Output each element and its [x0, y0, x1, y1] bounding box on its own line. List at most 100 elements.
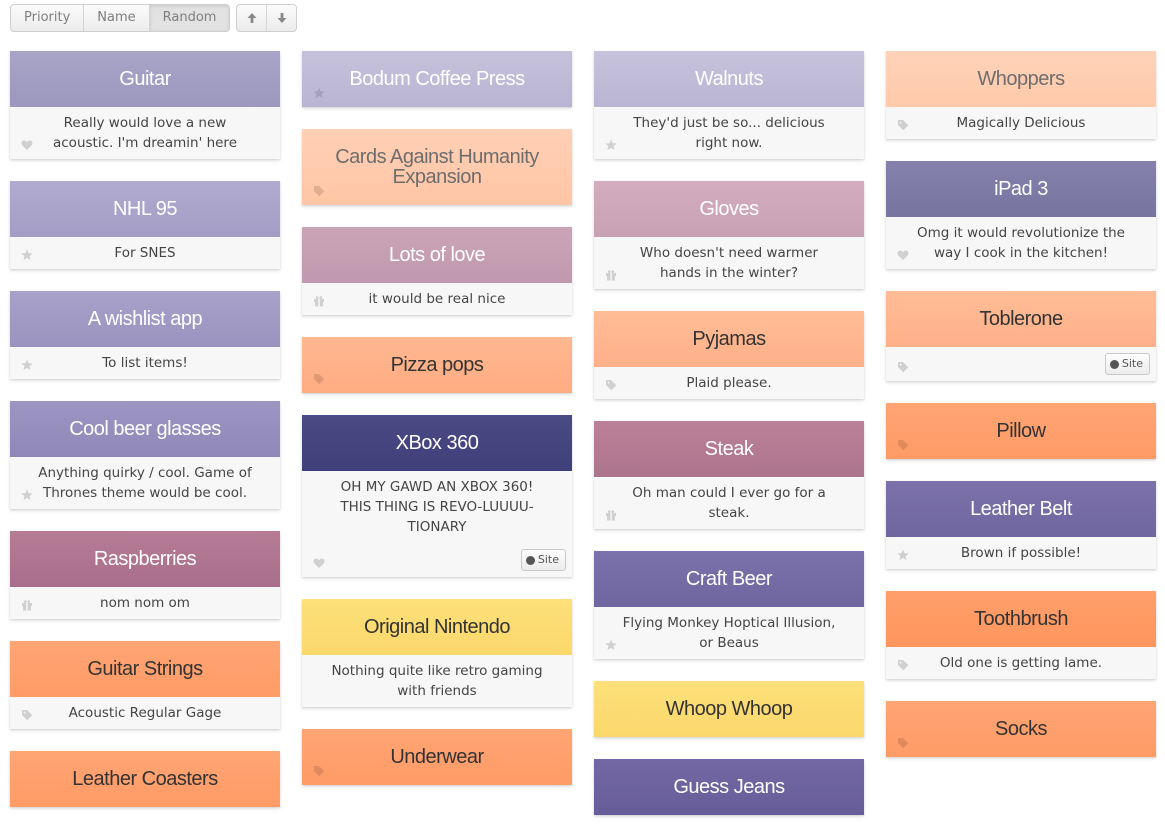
sort-ascending-button[interactable] — [237, 5, 268, 31]
wish-card[interactable]: Whoop Whoop — [594, 681, 864, 737]
sort-descending-button[interactable] — [267, 5, 296, 31]
wish-card[interactable]: Original Nintendo Nothing quite like ret… — [302, 599, 572, 707]
card-title: A wishlist app — [10, 291, 280, 347]
site-link-button[interactable]: Site — [1104, 353, 1150, 375]
wish-card[interactable]: Whoppers Magically Delicious — [886, 51, 1156, 139]
wish-card[interactable]: XBox 360 OH MY GAWD AN XBOX 360! THIS TH… — [302, 415, 572, 577]
wish-card[interactable]: Raspberries nom nom om — [10, 531, 280, 619]
card-title: Craft Beer — [594, 551, 864, 607]
tag-icon — [897, 659, 909, 671]
gift-icon — [605, 509, 617, 521]
sort-name-button[interactable]: Name — [84, 5, 150, 31]
card-description: Oh man could I ever go for a steak. — [594, 477, 864, 529]
card-description-text: Really would love a new acoustic. I'm dr… — [52, 115, 237, 151]
card-title: Guess Jeans — [594, 759, 864, 815]
card-description-text: They'd just be so... delicious right now… — [633, 115, 825, 151]
card-title: Cards Against Humanity Expansion — [302, 129, 572, 205]
card-title: Socks — [886, 701, 1156, 757]
wish-card[interactable]: Toblerone Site — [886, 291, 1156, 381]
card-title: Raspberries — [10, 531, 280, 587]
tag-icon — [897, 737, 909, 749]
wish-card[interactable]: Toothbrush Old one is getting lame. — [886, 591, 1156, 679]
tag-icon — [897, 361, 909, 373]
card-title: Guitar Strings — [10, 641, 280, 697]
card-title: Toblerone — [886, 291, 1156, 347]
card-description-text: Magically Delicious — [956, 115, 1086, 131]
card-description: OH MY GAWD AN XBOX 360! THIS THING IS RE… — [302, 471, 572, 577]
wish-card[interactable]: Cool beer glasses Anything quirky / cool… — [10, 401, 280, 509]
card-description: Plaid please. — [594, 367, 864, 399]
wish-card[interactable]: Underwear — [302, 729, 572, 785]
star-icon — [21, 359, 33, 371]
wish-card[interactable]: NHL 95 For SNES — [10, 181, 280, 269]
wish-card[interactable]: Pizza pops — [302, 337, 572, 393]
card-title: Cool beer glasses — [10, 401, 280, 457]
sort-direction-group — [236, 4, 298, 32]
wish-card[interactable]: Leather Coasters — [10, 751, 280, 807]
wish-card[interactable]: Bodum Coffee Press — [302, 51, 572, 107]
wish-card[interactable]: Guitar Really would love a new acoustic.… — [10, 51, 280, 159]
card-description: To list items! — [10, 347, 280, 379]
card-description: Old one is getting lame. — [886, 647, 1156, 679]
sort-random-button[interactable]: Random — [149, 5, 230, 31]
wish-card[interactable]: Pillow — [886, 403, 1156, 459]
card-title: Walnuts — [594, 51, 864, 107]
wish-card[interactable]: Steak Oh man could I ever go for a steak… — [594, 421, 864, 529]
toolbar: Priority Name Random — [10, 4, 298, 32]
wishlist-column-2: Bodum Coffee Press Cards Against Humanit… — [302, 51, 572, 807]
card-title: Pizza pops — [302, 337, 572, 393]
globe-icon — [525, 555, 535, 565]
card-description: For SNES — [10, 237, 280, 269]
wish-card[interactable]: Guitar Strings Acoustic Regular Gage — [10, 641, 280, 729]
card-title: iPad 3 — [886, 161, 1156, 217]
card-title: NHL 95 — [10, 181, 280, 237]
wish-card[interactable]: Lots of love it would be real nice — [302, 227, 572, 315]
star-icon — [605, 639, 617, 651]
card-description-text: Flying Monkey Hoptical Illusion, or Beau… — [622, 615, 836, 651]
gift-icon — [21, 599, 33, 611]
card-description-text: nom nom om — [100, 595, 190, 611]
gift-icon — [313, 295, 325, 307]
card-title-text: Pillow — [996, 420, 1046, 442]
card-title-text: Pizza pops — [390, 354, 484, 376]
wish-card[interactable]: Gloves Who doesn't need warmer hands in … — [594, 181, 864, 289]
wish-card[interactable]: Cards Against Humanity Expansion — [302, 129, 572, 205]
card-description: Anything quirky / cool. Game of Thrones … — [10, 457, 280, 509]
wishlist-column-3: Walnuts They'd just be so... delicious r… — [594, 51, 864, 837]
sort-priority-button[interactable]: Priority — [11, 5, 85, 31]
wish-card[interactable]: Craft Beer Flying Monkey Hoptical Illusi… — [594, 551, 864, 659]
wish-card[interactable]: Leather Belt Brown if possible! — [886, 481, 1156, 569]
wish-card[interactable]: A wishlist app To list items! — [10, 291, 280, 379]
card-title-text: Socks — [995, 718, 1047, 740]
site-link-button[interactable]: Site — [520, 549, 566, 571]
card-description-text: Acoustic Regular Gage — [68, 705, 222, 721]
card-title: Pillow — [886, 403, 1156, 459]
wish-card[interactable]: iPad 3 Omg it would revolutionize the wa… — [886, 161, 1156, 269]
card-title: Whoppers — [886, 51, 1156, 107]
wish-card[interactable]: Pyjamas Plaid please. — [594, 311, 864, 399]
card-description: They'd just be so... delicious right now… — [594, 107, 864, 159]
card-title-text: Bodum Coffee Press — [349, 68, 525, 90]
card-description-text: Anything quirky / cool. Game of Thrones … — [38, 465, 252, 501]
wishlist-column-4: Whoppers Magically Delicious iPad 3 Omg … — [886, 51, 1156, 779]
tag-icon — [897, 119, 909, 131]
wish-card[interactable]: Socks — [886, 701, 1156, 757]
tag-icon — [313, 373, 325, 385]
card-description: Nothing quite like retro gaming with fri… — [302, 655, 572, 707]
card-description-text: Who doesn't need warmer hands in the win… — [639, 245, 819, 281]
card-title: Steak — [594, 421, 864, 477]
card-description: Magically Delicious — [886, 107, 1156, 139]
tag-icon — [605, 379, 617, 391]
card-title: Leather Coasters — [10, 751, 280, 807]
wish-card[interactable]: Guess Jeans — [594, 759, 864, 815]
heart-icon — [313, 557, 325, 569]
wish-card[interactable]: Walnuts They'd just be so... delicious r… — [594, 51, 864, 159]
globe-icon — [1109, 359, 1119, 369]
card-description: Acoustic Regular Gage — [10, 697, 280, 729]
arrow-up-icon — [247, 13, 257, 23]
card-description-text: OH MY GAWD AN XBOX 360! THIS THING IS RE… — [340, 479, 534, 535]
star-icon — [313, 87, 325, 99]
card-description-text: Old one is getting lame. — [939, 655, 1103, 671]
gift-icon — [605, 269, 617, 281]
card-title: Pyjamas — [594, 311, 864, 367]
